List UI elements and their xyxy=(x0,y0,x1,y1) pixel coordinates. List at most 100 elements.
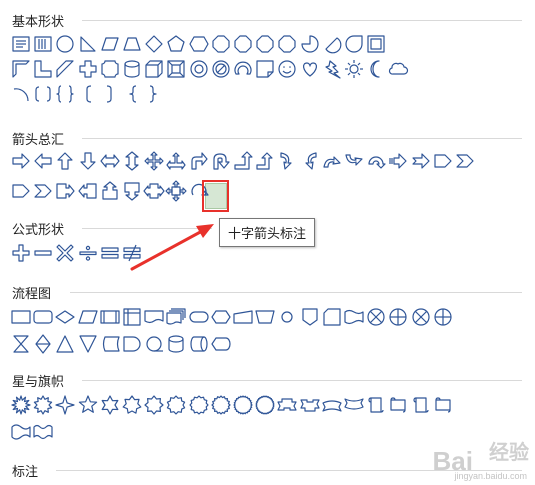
shape-star16-icon[interactable] xyxy=(210,394,232,416)
shape-trap-icon[interactable] xyxy=(121,33,143,55)
shape-chevron-icon[interactable] xyxy=(32,180,54,202)
shape-cross-icon[interactable] xyxy=(77,58,99,80)
shape-vscroll-icon[interactable] xyxy=(410,394,432,416)
shape-notequal-icon[interactable] xyxy=(121,242,143,264)
shape-vscroll-icon[interactable] xyxy=(365,394,387,416)
shape-ftape-icon[interactable] xyxy=(343,306,365,328)
shape-adown-icon[interactable] xyxy=(77,150,99,172)
shape-ucallout-icon[interactable] xyxy=(99,180,121,202)
shape-arcline-icon[interactable] xyxy=(10,83,32,105)
shape-rtri-icon[interactable] xyxy=(77,33,99,55)
shape-smiley-icon[interactable] xyxy=(276,58,298,80)
shape-star12-icon[interactable] xyxy=(188,394,210,416)
shape-octagon-icon[interactable] xyxy=(254,33,276,55)
shape-curvu-icon[interactable] xyxy=(321,150,343,172)
shape-cribbonup-icon[interactable] xyxy=(321,394,343,416)
shape-cribbondown-icon[interactable] xyxy=(343,394,365,416)
shape-fmanual-icon[interactable] xyxy=(232,306,254,328)
shape-star5-icon[interactable] xyxy=(77,394,99,416)
shape-fsum-icon[interactable] xyxy=(410,306,432,328)
shape-heart-icon[interactable] xyxy=(299,58,321,80)
shape-star24-icon[interactable] xyxy=(232,394,254,416)
shape-uturn-icon[interactable] xyxy=(210,150,232,172)
shape-aup-icon[interactable] xyxy=(54,150,76,172)
shape-divide-icon[interactable] xyxy=(77,242,99,264)
shape-foffpage-icon[interactable] xyxy=(299,306,321,328)
shape-rbrace-icon[interactable] xyxy=(143,83,165,105)
shape-fsort-icon[interactable] xyxy=(32,333,54,355)
shape-halfframe-icon[interactable] xyxy=(10,58,32,80)
shape-fmerge-icon[interactable] xyxy=(77,333,99,355)
shape-sun-icon[interactable] xyxy=(343,58,365,80)
shape-fmulti-icon[interactable] xyxy=(165,306,187,328)
shape-aud-icon[interactable] xyxy=(121,150,143,172)
shape-a3-icon[interactable] xyxy=(165,150,187,172)
shape-octagon-icon[interactable] xyxy=(232,33,254,55)
shape-fdisplay-icon[interactable] xyxy=(210,333,232,355)
shape-fcollate-icon[interactable] xyxy=(10,333,32,355)
shape-pie-icon[interactable] xyxy=(299,33,321,55)
shape-fsum-icon[interactable] xyxy=(365,306,387,328)
shape-dbracket-icon[interactable] xyxy=(32,83,54,105)
shape-fseq-icon[interactable] xyxy=(143,333,165,355)
shape-fconn-icon[interactable] xyxy=(276,306,298,328)
shape-qcallout-icon[interactable] xyxy=(165,180,187,202)
shape-star32-icon[interactable] xyxy=(254,394,276,416)
shape-circarrow-icon[interactable] xyxy=(365,150,387,172)
shape-fterm-icon[interactable] xyxy=(188,306,210,328)
shape-fpredef-icon[interactable] xyxy=(99,306,121,328)
shape-donut-icon[interactable] xyxy=(188,58,210,80)
shape-for-icon[interactable] xyxy=(387,306,409,328)
shape-star4-icon[interactable] xyxy=(54,394,76,416)
shape-diamond-icon[interactable] xyxy=(143,33,165,55)
shape-lbrace-icon[interactable] xyxy=(121,83,143,105)
shape-curvl-icon[interactable] xyxy=(299,150,321,172)
shape-frame-icon[interactable] xyxy=(365,33,387,55)
shape-curvd-icon[interactable] xyxy=(343,150,365,172)
shape-hscroll-icon[interactable] xyxy=(387,394,409,416)
shape-rcallout-icon[interactable] xyxy=(54,180,76,202)
shape-plaque-icon[interactable] xyxy=(99,58,121,80)
shape-tear-icon[interactable] xyxy=(343,33,365,55)
shape-striped-icon[interactable] xyxy=(387,150,409,172)
shape-for-icon[interactable] xyxy=(432,306,454,328)
shape-minus-icon[interactable] xyxy=(32,242,54,264)
shape-pentarrow-icon[interactable] xyxy=(10,180,32,202)
shape-fcard-icon[interactable] xyxy=(321,306,343,328)
shape-hexagon-icon[interactable] xyxy=(188,33,210,55)
shape-cloud-icon[interactable] xyxy=(387,58,409,80)
shape-ribbonup-icon[interactable] xyxy=(276,394,298,416)
shape-star8-icon[interactable] xyxy=(143,394,165,416)
shape-star10-icon[interactable] xyxy=(165,394,187,416)
shape-bolt-icon[interactable] xyxy=(321,58,343,80)
shape-curvr-icon[interactable] xyxy=(276,150,298,172)
shape-bentup-icon[interactable] xyxy=(254,150,276,172)
shape-lrcallout-icon[interactable] xyxy=(143,180,165,202)
shape-chevron-icon[interactable] xyxy=(454,150,476,172)
shape-diagstripe-icon[interactable] xyxy=(54,58,76,80)
shape-alr-icon[interactable] xyxy=(99,150,121,172)
shape-burst2-icon[interactable] xyxy=(32,394,54,416)
shape-lcallout-icon[interactable] xyxy=(77,180,99,202)
shape-arc-icon[interactable] xyxy=(232,58,254,80)
shape-dbrace-icon[interactable] xyxy=(54,83,76,105)
shape-notched-icon[interactable] xyxy=(410,150,432,172)
shape-a4-icon[interactable] xyxy=(143,150,165,172)
shape-rbracket-icon[interactable] xyxy=(99,83,121,105)
shape-cube-icon[interactable] xyxy=(143,58,165,80)
shape-bevel-icon[interactable] xyxy=(165,58,187,80)
shape-fdelay-icon[interactable] xyxy=(121,333,143,355)
shape-fold-icon[interactable] xyxy=(254,58,276,80)
shape-burst1-icon[interactable] xyxy=(10,394,32,416)
shape-ribbondown-icon[interactable] xyxy=(299,394,321,416)
shape-aright-icon[interactable] xyxy=(10,150,32,172)
shape-octagon-icon[interactable] xyxy=(276,33,298,55)
shape-fdisk-icon[interactable] xyxy=(165,333,187,355)
shape-fprep-icon[interactable] xyxy=(210,306,232,328)
shape-star7-icon[interactable] xyxy=(121,394,143,416)
shape-dwave-icon[interactable] xyxy=(32,421,54,443)
shape-bent-icon[interactable] xyxy=(188,150,210,172)
shape-fextract-icon[interactable] xyxy=(54,333,76,355)
shape-fstored-icon[interactable] xyxy=(99,333,121,355)
shape-star6-icon[interactable] xyxy=(99,394,121,416)
